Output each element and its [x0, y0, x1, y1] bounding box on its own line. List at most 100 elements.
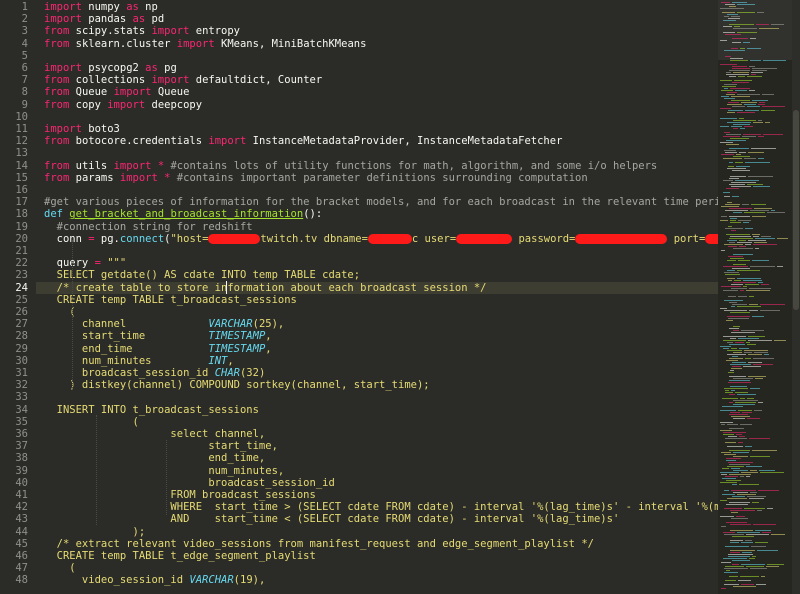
- code-line[interactable]: select channel,: [44, 428, 265, 440]
- minimap-line: [744, 126, 753, 127]
- code-line[interactable]: (: [44, 306, 75, 318]
- minimap-line: [726, 458, 741, 459]
- code-line[interactable]: from Queue import Queue: [44, 86, 189, 98]
- minimap-line: [728, 382, 751, 383]
- code-line[interactable]: WHERE start_time > (SELECT cdate FROM cd…: [44, 501, 718, 513]
- minimap-line: [737, 394, 756, 395]
- code-line[interactable]: (: [44, 416, 139, 428]
- minimap[interactable]: [718, 0, 800, 594]
- minimap-line: [724, 272, 739, 273]
- minimap-line: [749, 310, 758, 311]
- code-line[interactable]: (: [44, 562, 75, 574]
- code-line[interactable]: INSERT INTO t_broadcast_sessions: [44, 404, 259, 416]
- minimap-line: [739, 118, 744, 119]
- minimap-line: [763, 134, 783, 135]
- code-token: InstanceMetadataProvider, InstanceMetada…: [246, 135, 563, 148]
- code-line[interactable]: from botocore.credentials import Instanc…: [44, 135, 562, 147]
- code-line[interactable]: import numpy as np: [44, 1, 158, 13]
- code-line[interactable]: from scipy.stats import entropy: [44, 25, 240, 37]
- code-line[interactable]: end_time,: [44, 452, 265, 464]
- code-line[interactable]: FROM broadcast_sessions: [44, 489, 315, 501]
- minimap-line: [722, 494, 735, 495]
- minimap-line: [733, 124, 750, 125]
- minimap-line: [740, 398, 745, 399]
- scrollbar-thumb[interactable]: [793, 110, 799, 310]
- code-token: import: [44, 62, 82, 74]
- code-line[interactable]: num_minutes,: [44, 465, 284, 477]
- code-line[interactable]: ) distkey(channel) COMPOUND sortkey(chan…: [44, 379, 430, 392]
- minimap-line: [758, 402, 763, 403]
- minimap-line: [726, 234, 750, 235]
- minimap-line: [728, 556, 750, 557]
- line-number: 27: [15, 318, 28, 331]
- code-line[interactable]: from collections import defaultdict, Cou…: [44, 74, 322, 86]
- line-number: 47: [15, 562, 28, 575]
- minimap-line: [733, 418, 745, 419]
- minimap-line: [726, 72, 731, 73]
- code-line[interactable]: CREATE temp TABLE t_broadcast_sessions: [44, 294, 297, 306]
- code-line[interactable]: /* create table to store information abo…: [44, 282, 487, 294]
- code-line[interactable]: from copy import deepcopy: [44, 99, 202, 111]
- code-line[interactable]: start_time TIMESTAMP,: [44, 330, 272, 342]
- minimap-line: [726, 570, 730, 571]
- code-area[interactable]: import numpy as np import pandas as pd fro…: [36, 0, 718, 594]
- code-line[interactable]: import pandas as pd: [44, 13, 164, 25]
- minimap-line: [767, 564, 784, 565]
- code-editor[interactable]: 1 2 3 4 5 6 7 8 9 10 11 12 13 14 15 16 17 18 19 20 21 22 23 24 2…: [0, 0, 800, 594]
- code-line[interactable]: import boto3: [44, 123, 120, 135]
- code-line[interactable]: #get various pieces of information for t…: [44, 196, 718, 208]
- minimap-line: [743, 280, 762, 281]
- minimap-line: [724, 98, 735, 99]
- code-line[interactable]: CREATE temp TABLE t_edge_segment_playlis…: [44, 550, 316, 562]
- code-line[interactable]: broadcast_session_id CHAR(32): [44, 367, 265, 379]
- minimap-line: [753, 364, 773, 365]
- minimap-line: [720, 516, 734, 517]
- code-line[interactable]: #connection string for redshift: [44, 221, 253, 233]
- code-line[interactable]: AND start_time < (SELECT cdate FROM cdat…: [44, 513, 619, 525]
- code-line[interactable]: );: [44, 526, 146, 538]
- code-token: video_session_id VARCHAR(19),: [44, 574, 266, 587]
- code-line[interactable]: conn = pg.connect("host= twitch.tv dbname…: [44, 233, 718, 245]
- minimap-line: [720, 500, 727, 501]
- minimap-line: [727, 278, 735, 279]
- minimap-line: [727, 240, 737, 241]
- code-line[interactable]: SELECT getdate() AS cdate INTO temp TABL…: [44, 269, 360, 281]
- minimap-line: [730, 258, 744, 259]
- minimap-line: [726, 480, 741, 481]
- minimap-line: [720, 482, 737, 483]
- code-line[interactable]: from utils import * #contains lots of ut…: [44, 160, 657, 172]
- code-line[interactable]: /* extract relevant video_sessions from …: [44, 538, 594, 550]
- minimap-line: [720, 8, 744, 9]
- minimap-viewport[interactable]: [718, 0, 800, 60]
- code-line[interactable]: from sklearn.cluster import KMeans, Mini…: [44, 38, 366, 50]
- minimap-line: [725, 228, 743, 229]
- minimap-line: [721, 424, 725, 425]
- redaction-mark: [575, 233, 668, 244]
- code-line[interactable]: broadcast_session_id: [44, 477, 334, 489]
- code-line[interactable]: import psycopg2 as pg: [44, 62, 177, 74]
- code-token: ) distkey(channel) COMPOUND sortkey(chan…: [44, 379, 430, 392]
- minimap-line: [760, 304, 785, 305]
- minimap-line: [748, 240, 766, 241]
- minimap-line: [729, 302, 737, 303]
- minimap-line: [733, 378, 753, 379]
- minimap-line: [758, 104, 765, 105]
- code-token: import: [176, 37, 215, 50]
- code-token: collections: [69, 74, 152, 87]
- code-token: numpy: [81, 1, 127, 13]
- minimap-line: [740, 48, 745, 49]
- minimap-line: [733, 156, 750, 157]
- code-line[interactable]: def get_bracket_and_broadcast_informatio…: [44, 208, 322, 220]
- minimap-line: [747, 76, 762, 77]
- code-line[interactable]: channel VARCHAR(25),: [44, 318, 284, 330]
- minimap-line: [771, 534, 785, 535]
- code-token: def: [44, 208, 63, 221]
- code-line[interactable]: end_time TIMESTAMP,: [44, 343, 272, 355]
- minimap-line: [728, 226, 732, 227]
- code-line[interactable]: from params import * #contains important…: [44, 172, 588, 184]
- code-line[interactable]: video_session_id VARCHAR(19),: [44, 574, 265, 586]
- code-line[interactable]: start_time,: [44, 440, 278, 452]
- minimap-line: [732, 304, 747, 305]
- minimap-line: [730, 524, 751, 525]
- code-line[interactable]: query = """: [44, 257, 127, 269]
